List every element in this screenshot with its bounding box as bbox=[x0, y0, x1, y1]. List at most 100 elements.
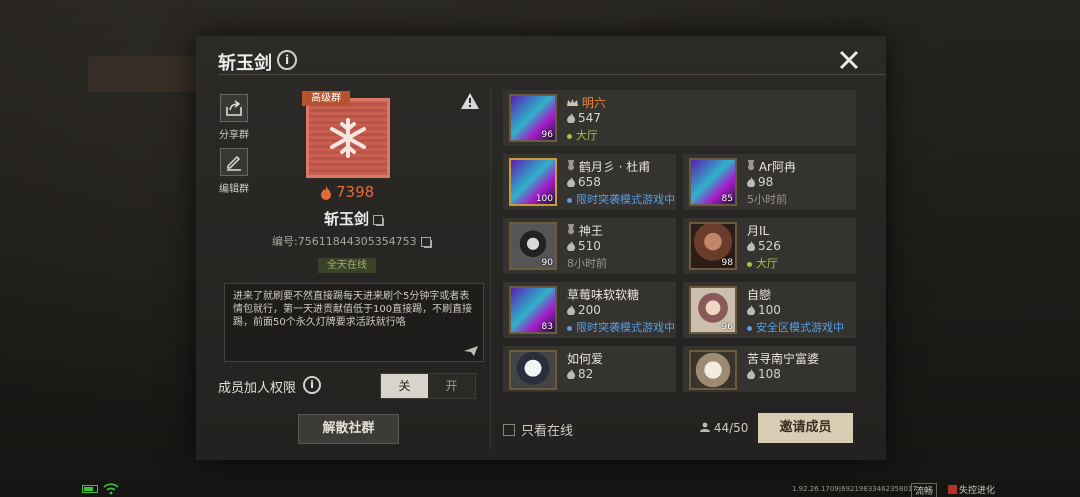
member-card[interactable]: 如何爱 82 bbox=[503, 346, 676, 392]
title-divider bbox=[218, 74, 886, 75]
edit-group-label: 编辑群 bbox=[219, 184, 249, 195]
member-count-value: 44/50 bbox=[713, 421, 749, 435]
only-online-label: 只看在线 bbox=[521, 424, 574, 439]
member-heat-value: 526 bbox=[758, 239, 781, 253]
flame-icon bbox=[747, 241, 755, 251]
group-name: 斩玉剑 bbox=[324, 208, 384, 229]
panel-title: 斩玉剑 bbox=[218, 53, 272, 74]
member-status: 安全区模式游戏中 bbox=[747, 319, 844, 335]
share-group-button[interactable]: 分享群 bbox=[214, 94, 254, 141]
avatar: 96 bbox=[509, 94, 557, 142]
permission-toggle[interactable]: 关 开 bbox=[380, 373, 476, 399]
member-name: Ar阿冉 bbox=[747, 158, 796, 175]
member-card-leader[interactable]: 96 明六 547 大厅 bbox=[503, 90, 856, 146]
avatar-level: 96 bbox=[541, 130, 553, 140]
group-name-text: 斩玉剑 bbox=[324, 210, 370, 228]
brand-mark-icon bbox=[948, 485, 957, 494]
member-status-text: 安全区模式游戏中 bbox=[756, 321, 844, 334]
avatar: 100 bbox=[509, 158, 557, 206]
online-tag: 全天在线 bbox=[318, 258, 376, 273]
member-name: 明六 bbox=[567, 94, 606, 111]
member-name: 苦寻南宁富婆 bbox=[747, 352, 820, 366]
member-card[interactable]: 100 鹤月彡 · 杜甫 658 限时突袭模式游戏中 bbox=[503, 154, 676, 210]
avatar bbox=[509, 350, 557, 390]
member-card[interactable]: 苦寻南宁富婆 108 bbox=[683, 346, 856, 392]
invite-member-button[interactable]: 邀请成员 bbox=[758, 413, 853, 443]
brand-logo: 失控进化 bbox=[948, 483, 995, 496]
info-icon[interactable]: i bbox=[277, 50, 297, 70]
group-heat: 7398 bbox=[320, 183, 374, 201]
avatar-level: 98 bbox=[721, 258, 733, 268]
avatar-level: 96 bbox=[721, 322, 733, 332]
avatar-level: 83 bbox=[541, 322, 553, 332]
member-count: 44/50 bbox=[700, 421, 748, 435]
member-card[interactable]: 96 自戀 100 安全区模式游戏中 bbox=[683, 282, 856, 338]
flame-icon bbox=[747, 177, 755, 187]
group-id: 编号:75611844305354753 bbox=[272, 233, 431, 249]
flame-icon bbox=[747, 369, 755, 379]
share-icon bbox=[220, 94, 248, 122]
edit-icon bbox=[220, 148, 248, 176]
crown-icon bbox=[567, 99, 578, 106]
group-tier-badge: 高级群 bbox=[302, 91, 350, 106]
member-name: 如何爱 bbox=[567, 352, 604, 366]
member-status: 大厅 bbox=[747, 255, 778, 271]
brand-text: 失控进化 bbox=[959, 486, 996, 496]
edit-group-button[interactable]: 编辑群 bbox=[214, 148, 254, 195]
toggle-on[interactable]: 开 bbox=[428, 374, 475, 398]
member-heat: 510 bbox=[567, 239, 601, 253]
member-list: 96 明六 547 大厅 100 鹤月彡 · 杜甫 658 限时突袭模式游戏中 … bbox=[500, 90, 860, 392]
avatar-level: 100 bbox=[535, 194, 553, 204]
dissolve-group-button[interactable]: 解散社群 bbox=[298, 414, 399, 444]
member-name-text: 神王 bbox=[578, 224, 603, 238]
toggle-off[interactable]: 关 bbox=[381, 374, 428, 398]
member-card[interactable]: 83 草莓味软软糖 200 限时突袭模式游戏中 bbox=[503, 282, 676, 338]
medal-icon bbox=[568, 224, 574, 235]
group-notice-text: 进来了就刷要不然直接踢每天进来刷个5分钟字或者表情包就行，第一天进贡献值低于10… bbox=[233, 291, 473, 328]
member-name-text: Ar阿冉 bbox=[758, 160, 796, 174]
quality-setting[interactable]: 流畅 bbox=[911, 483, 938, 497]
member-heat-value: 200 bbox=[578, 303, 601, 317]
send-icon[interactable] bbox=[463, 345, 479, 357]
member-card[interactable]: 85 Ar阿冉 98 5小时前 bbox=[683, 154, 856, 210]
group-heat-value: 7398 bbox=[336, 183, 375, 201]
close-button[interactable] bbox=[835, 46, 863, 74]
warning-icon[interactable] bbox=[460, 92, 480, 110]
only-online-filter[interactable]: 只看在线 bbox=[503, 420, 573, 439]
member-card[interactable]: 90 神王 510 8小时前 bbox=[503, 218, 676, 274]
member-heat: 100 bbox=[747, 303, 781, 317]
member-status-text: 大厅 bbox=[576, 129, 598, 142]
medal-icon bbox=[568, 160, 574, 171]
avatar: 90 bbox=[509, 222, 557, 270]
avatar: 98 bbox=[689, 222, 737, 270]
flame-icon bbox=[567, 305, 575, 315]
member-name-text: 明六 bbox=[581, 96, 606, 110]
member-name: 草莓味软软糖 bbox=[567, 288, 640, 302]
copy-icon[interactable] bbox=[373, 214, 384, 225]
flame-icon bbox=[567, 113, 575, 123]
member-name: 神王 bbox=[567, 222, 603, 239]
medal-icon bbox=[748, 160, 754, 171]
copy-id-icon[interactable] bbox=[420, 237, 431, 247]
member-heat: 547 bbox=[567, 111, 601, 125]
member-heat: 658 bbox=[567, 175, 601, 189]
permission-info-icon[interactable]: i bbox=[303, 376, 321, 394]
group-notice[interactable]: 进来了就刷要不然直接踢每天进来刷个5分钟字或者表情包就行，第一天进贡献值低于10… bbox=[224, 283, 484, 362]
member-status: 5小时前 bbox=[747, 191, 787, 207]
member-status-text: 8小时前 bbox=[567, 257, 607, 270]
flame-icon bbox=[567, 369, 575, 379]
member-heat-value: 510 bbox=[578, 239, 601, 253]
only-online-checkbox[interactable] bbox=[503, 423, 515, 436]
member-card[interactable]: 98 月IL 526 大厅 bbox=[683, 218, 856, 274]
member-heat: 200 bbox=[567, 303, 601, 317]
group-emblem bbox=[306, 98, 390, 178]
member-status: 大厅 bbox=[567, 127, 598, 143]
person-icon bbox=[700, 422, 710, 432]
member-status: 限时突袭模式游戏中 bbox=[567, 319, 675, 335]
member-name: 月IL bbox=[747, 224, 770, 238]
version-text: 1.92.26.1709|6921983346235801​7 bbox=[792, 485, 917, 493]
member-heat-value: 658 bbox=[578, 175, 601, 189]
member-heat: 108 bbox=[747, 367, 781, 381]
member-heat-value: 98 bbox=[758, 175, 774, 189]
flame-icon bbox=[321, 185, 331, 200]
